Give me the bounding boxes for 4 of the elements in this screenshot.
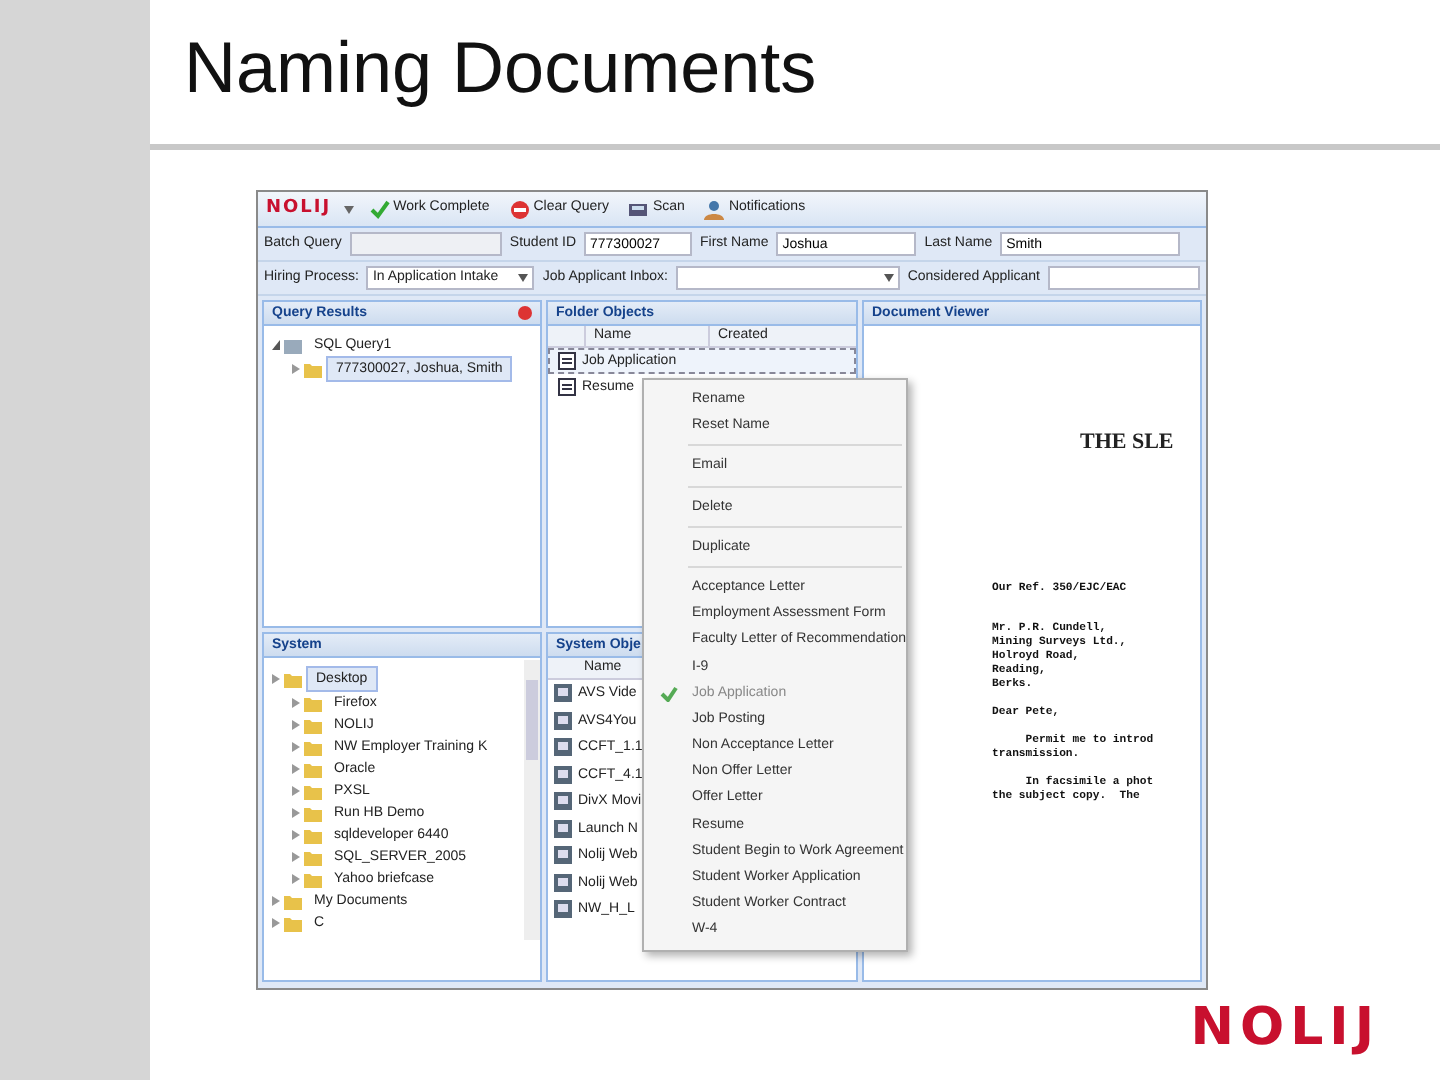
letter-heading: THE SLE xyxy=(1078,428,1176,458)
app-logo: NOLIJ xyxy=(266,195,332,222)
slide-title: Naming Documents xyxy=(184,28,819,108)
slide-logo: NOLIJ xyxy=(1190,1002,1380,1054)
